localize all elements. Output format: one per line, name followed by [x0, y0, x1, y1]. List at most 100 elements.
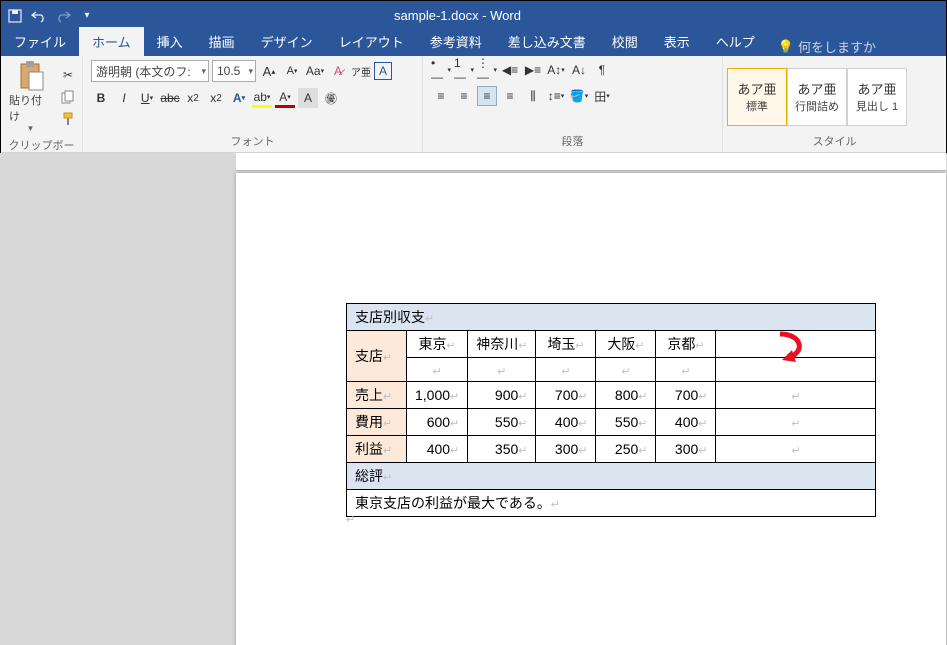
paragraph-mark: ↵: [346, 513, 355, 526]
highlight-icon[interactable]: ab▾: [252, 88, 272, 108]
strike-icon[interactable]: abc: [160, 88, 180, 108]
empty-cell: ↵: [656, 358, 716, 382]
numbering-icon[interactable]: 1—▾: [454, 60, 474, 80]
col-kyoto: 京都↵: [656, 331, 716, 358]
underline-icon[interactable]: U▾: [137, 88, 157, 108]
subscript-icon[interactable]: x2: [183, 88, 203, 108]
phonetic-guide-icon[interactable]: ア亜: [351, 61, 371, 81]
line-spacing-icon[interactable]: ↕≡▾: [546, 86, 566, 106]
title-bar: ▾ sample-1.docx - Word: [1, 1, 946, 30]
empty-cell: ↵: [536, 358, 596, 382]
font-color-icon[interactable]: A▾: [275, 88, 295, 108]
row-cost: 費用↵: [347, 409, 407, 436]
style-nospace[interactable]: あア亜 行間詰め: [787, 68, 847, 126]
qat-customize-icon[interactable]: ▾: [79, 8, 95, 24]
page[interactable]: 支店別収支↵ 支店↵ 東京↵ 神奈川↵ 埼玉↵ 大阪↵ 京都↵ ↵↵↵↵↵ 売上…: [236, 173, 946, 645]
menu-help[interactable]: ヘルプ: [703, 27, 768, 56]
table-row: 費用↵ 600↵ 550↵ 400↵ 550↵ 400↵ ↵: [347, 409, 876, 436]
bullets-icon[interactable]: • —▾: [431, 60, 451, 80]
menu-view[interactable]: 表示: [651, 27, 703, 56]
distributed-icon[interactable]: ⫼: [523, 86, 543, 106]
borders-icon[interactable]: 田▾: [592, 86, 612, 106]
menu-file[interactable]: ファイル: [1, 27, 79, 56]
ribbon: 貼り付け ▼ ✂ クリップボード 游明朝 (本文のフ: 10.5 A▴ A▾ A…: [1, 56, 946, 153]
char-border-icon[interactable]: A: [374, 62, 392, 80]
multilevel-icon[interactable]: ⋮—▾: [477, 60, 497, 80]
menu-review[interactable]: 校閲: [599, 27, 651, 56]
menu-home[interactable]: ホーム: [79, 27, 144, 56]
empty-cell: ↵: [468, 358, 536, 382]
menu-bar: ファイル ホーム 挿入 描画 デザイン レイアウト 参考資料 差し込み文書 校閲…: [1, 30, 946, 56]
align-left-icon[interactable]: ≡: [431, 86, 451, 106]
window-title: sample-1.docx - Word: [95, 8, 820, 23]
format-painter-icon[interactable]: [58, 109, 78, 129]
style-h1-label: 見出し 1: [856, 98, 898, 114]
style-preview: あア亜: [797, 79, 836, 98]
menu-draw[interactable]: 描画: [196, 27, 248, 56]
row-profit: 利益↵: [347, 436, 407, 463]
group-styles-label: スタイル: [727, 131, 942, 152]
menu-mailings[interactable]: 差し込み文書: [495, 27, 599, 56]
style-nospace-label: 行間詰め: [795, 98, 839, 114]
group-paragraph-label: 段落: [427, 131, 718, 152]
table-row: 売上↵ 1,000↵ 900↵ 700↵ 800↵ 700↵ ↵: [347, 382, 876, 409]
clear-format-icon[interactable]: A̷: [328, 61, 348, 81]
redo-icon[interactable]: [55, 8, 71, 24]
empty-cell: ↵: [407, 358, 468, 382]
show-marks-icon[interactable]: ¶: [592, 60, 612, 80]
change-case-icon[interactable]: Aa▾: [305, 61, 325, 81]
menu-references[interactable]: 参考資料: [417, 27, 495, 56]
style-h1[interactable]: あア亜 見出し 1: [847, 68, 907, 126]
group-font-label: フォント: [87, 131, 418, 152]
clipboard-icon: [17, 60, 45, 92]
styles-gallery[interactable]: あア亜 標準 あア亜 行間詰め あア亜 見出し 1: [727, 68, 907, 126]
char-shading-icon[interactable]: A: [298, 88, 318, 108]
quick-access-toolbar: ▾: [7, 8, 95, 24]
empty-cell: ↵: [716, 436, 876, 463]
sort-icon[interactable]: A↓: [569, 60, 589, 80]
table-row: 利益↵ 400↵ 350↵ 300↵ 250↵ 300↵ ↵: [347, 436, 876, 463]
paste-label: 貼り付け: [9, 92, 52, 124]
tell-me[interactable]: 💡 何をしますか: [768, 37, 886, 56]
align-right-icon[interactable]: ≡: [477, 86, 497, 106]
align-center-icon[interactable]: ≡: [454, 86, 474, 106]
menu-insert[interactable]: 挿入: [144, 27, 196, 56]
table-title: 支店別収支↵: [347, 304, 876, 331]
cut-icon[interactable]: ✂: [58, 65, 78, 85]
copy-icon[interactable]: [58, 87, 78, 107]
text-effects-icon[interactable]: A▾: [229, 88, 249, 108]
text-direction-icon[interactable]: A↕▾: [546, 60, 566, 80]
undo-icon[interactable]: [31, 8, 47, 24]
dec-indent-icon[interactable]: ◀≡: [500, 60, 520, 80]
grow-font-icon[interactable]: A▴: [259, 61, 279, 81]
ruler[interactable]: [236, 153, 946, 171]
annotation-arrow-icon: [772, 328, 812, 368]
rowhead-branch: 支店↵: [347, 331, 407, 382]
col-tokyo: 東京↵: [407, 331, 468, 358]
shrink-font-icon[interactable]: A▾: [282, 61, 302, 81]
italic-icon[interactable]: I: [114, 88, 134, 108]
font-name-combo[interactable]: 游明朝 (本文のフ:: [91, 60, 209, 82]
enclose-char-icon[interactable]: ㊝: [321, 88, 341, 108]
style-preview: あア亜: [857, 79, 896, 98]
menu-layout[interactable]: レイアウト: [326, 27, 417, 56]
tell-me-label: 何をしますか: [798, 37, 876, 56]
empty-cell: ↵: [716, 382, 876, 409]
style-normal[interactable]: あア亜 標準: [727, 68, 787, 126]
document-area[interactable]: 支店別収支↵ 支店↵ 東京↵ 神奈川↵ 埼玉↵ 大阪↵ 京都↵ ↵↵↵↵↵ 売上…: [0, 153, 947, 645]
bold-icon[interactable]: B: [91, 88, 111, 108]
font-size-combo[interactable]: 10.5: [212, 60, 256, 82]
style-normal-label: 標準: [746, 98, 768, 114]
comment-body: 東京支店の利益が最大である。↵: [347, 490, 876, 517]
row-sales: 売上↵: [347, 382, 407, 409]
justify-icon[interactable]: ≡: [500, 86, 520, 106]
comment-header: 総評↵: [347, 463, 876, 490]
col-kanagawa: 神奈川↵: [468, 331, 536, 358]
superscript-icon[interactable]: x2: [206, 88, 226, 108]
inc-indent-icon[interactable]: ▶≡: [523, 60, 543, 80]
empty-cell: ↵: [716, 409, 876, 436]
paste-button[interactable]: 貼り付け ▼: [5, 58, 56, 135]
shading-icon[interactable]: 🪣▾: [569, 86, 589, 106]
menu-design[interactable]: デザイン: [248, 27, 326, 56]
save-icon[interactable]: [7, 8, 23, 24]
